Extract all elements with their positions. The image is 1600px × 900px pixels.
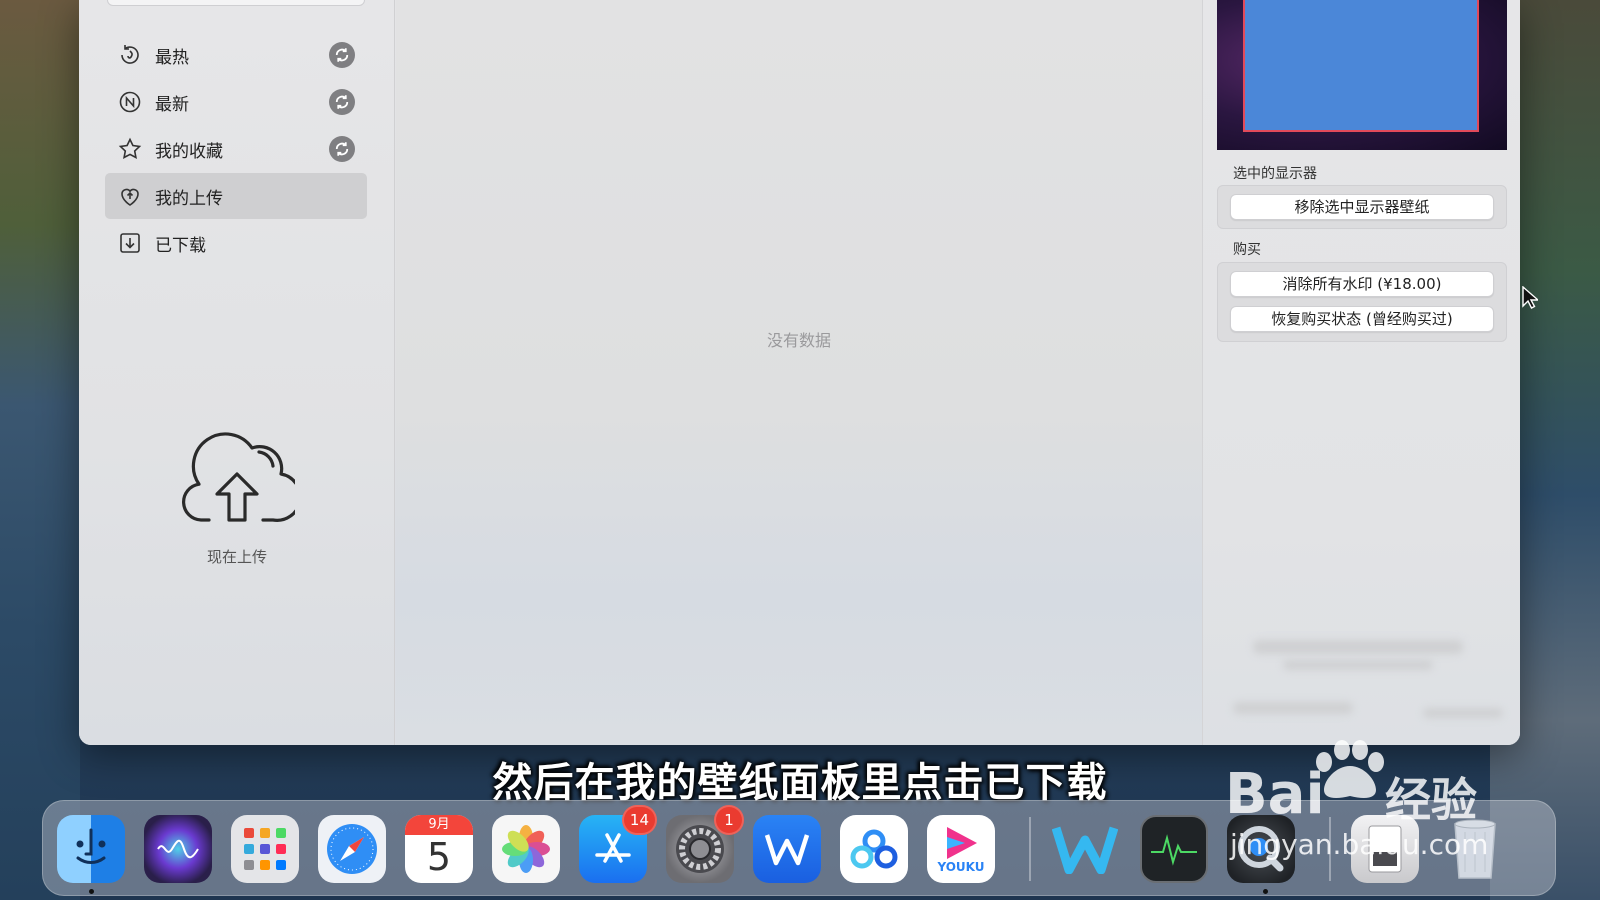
- purchase-group: 消除所有水印 (¥18.00) 恢复购买状态 (曾经购买过): [1217, 262, 1507, 342]
- download-icon: [117, 230, 143, 256]
- sidebar: 最热 最新 我的收藏 我的上传 已下载 现在上传: [79, 0, 395, 745]
- purchase-label: 购买: [1233, 242, 1261, 258]
- safari-icon[interactable]: [318, 815, 386, 883]
- wallpaper-app-window: 最热 最新 我的收藏 我的上传 已下载 现在上传 没有数据 选中的显示器 移除选…: [79, 0, 1520, 745]
- remove-wallpaper-button[interactable]: 移除选中显示器壁纸: [1230, 194, 1494, 220]
- sidebar-item-my-uploads[interactable]: 我的上传: [105, 173, 367, 219]
- app-store-icon[interactable]: 14: [579, 805, 657, 883]
- blurred-content: [1233, 702, 1353, 714]
- mouse-cursor-icon: [1522, 286, 1538, 309]
- activity-monitor-icon[interactable]: [1140, 815, 1208, 883]
- photos-icon[interactable]: [492, 815, 560, 883]
- refresh-icon[interactable]: [329, 89, 355, 115]
- baidu-jingyan-watermark: Bai 经验 jingyan.baidu.com: [1225, 740, 1525, 861]
- youku-wordmark-icon: YOUKU: [937, 860, 985, 874]
- display-preview[interactable]: [1217, 0, 1507, 150]
- wallpaper-grid: 没有数据: [396, 0, 1202, 745]
- calendar-day: 5: [426, 835, 452, 879]
- star-icon: [117, 136, 143, 162]
- sidebar-nav: 最热 最新 我的收藏 我的上传 已下载: [105, 32, 367, 267]
- remove-watermark-button[interactable]: 消除所有水印 (¥18.00): [1230, 271, 1494, 297]
- sidebar-item-label: 最热: [155, 47, 189, 68]
- upload-now-label: 现在上传: [206, 548, 267, 566]
- running-indicator: [1263, 889, 1268, 894]
- running-indicator: [89, 889, 94, 894]
- sidebar-item-label: 我的上传: [155, 188, 223, 209]
- heart-upload-icon: [117, 183, 143, 209]
- display-panel: 选中的显示器 移除选中显示器壁纸 购买 消除所有水印 (¥18.00) 恢复购买…: [1202, 0, 1520, 745]
- app-store-badge: 14: [621, 805, 657, 835]
- restore-purchase-button[interactable]: 恢复购买状态 (曾经购买过): [1230, 306, 1494, 332]
- selected-display-group: 移除选中显示器壁纸: [1217, 185, 1507, 229]
- calendar-month: 9月: [405, 815, 473, 835]
- sidebar-item-label: 我的收藏: [155, 141, 223, 162]
- blurred-content: [1253, 640, 1463, 654]
- sidebar-item-new[interactable]: 最新: [105, 79, 367, 125]
- blurred-content: [1423, 708, 1503, 718]
- wps-icon[interactable]: [753, 815, 821, 883]
- watermark-url: jingyan.baidu.com: [1230, 828, 1489, 861]
- launchpad-icon[interactable]: [231, 815, 299, 883]
- search-field[interactable]: [107, 0, 365, 6]
- calendar-icon[interactable]: 9月 5: [405, 815, 473, 883]
- sidebar-item-label: 最新: [155, 94, 189, 115]
- selected-display-label: 选中的显示器: [1233, 166, 1317, 182]
- cloud-upload-icon[interactable]: [179, 432, 295, 526]
- baidu-netdisk-icon[interactable]: [840, 815, 908, 883]
- refresh-icon[interactable]: [329, 136, 355, 162]
- watermark-brand: Bai: [1225, 762, 1325, 827]
- new-icon: [117, 89, 143, 115]
- youku-icon[interactable]: YOUKU: [927, 815, 995, 883]
- blurred-content: [1283, 660, 1433, 670]
- sidebar-item-label: 已下载: [155, 235, 206, 256]
- upload-now-area[interactable]: 现在上传: [79, 432, 395, 567]
- refresh-icon[interactable]: [329, 42, 355, 68]
- system-preferences-icon[interactable]: 1: [666, 805, 744, 883]
- system-preferences-badge: 1: [714, 805, 744, 835]
- watermark-jingyan: 经验: [1385, 773, 1477, 827]
- wallpaper-app-icon[interactable]: [1051, 815, 1119, 883]
- siri-icon[interactable]: [144, 815, 212, 883]
- empty-state-text: 没有数据: [766, 331, 831, 350]
- sidebar-item-favorites[interactable]: 我的收藏: [105, 126, 367, 172]
- hot-icon: [117, 42, 143, 68]
- sidebar-item-downloaded[interactable]: 已下载: [105, 220, 367, 266]
- sidebar-item-hot[interactable]: 最热: [105, 32, 367, 78]
- dock-divider: [1029, 817, 1031, 881]
- finder-icon[interactable]: [57, 815, 125, 883]
- selected-display-thumbnail[interactable]: [1243, 0, 1479, 132]
